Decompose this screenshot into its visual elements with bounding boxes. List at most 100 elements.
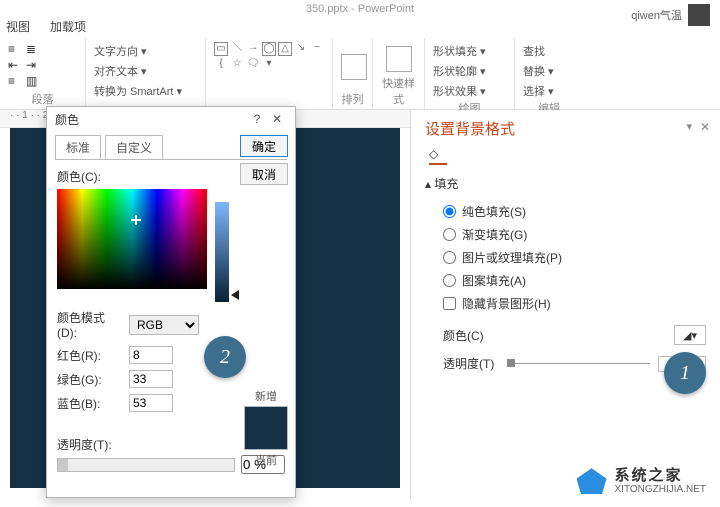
picker-crosshair-icon[interactable] xyxy=(131,215,141,225)
shape-callout-icon[interactable]: 🗨 xyxy=(246,58,260,72)
shape-star-icon[interactable]: ☆ xyxy=(230,58,244,72)
align-icon[interactable]: ≡ xyxy=(8,74,22,88)
indent-right-icon[interactable]: ⇥ xyxy=(26,58,40,72)
ribbon-arrange: 排列 xyxy=(333,38,373,109)
dialog-trans-slider[interactable] xyxy=(57,458,235,472)
tab-custom[interactable]: 自定义 xyxy=(105,135,163,159)
value-arrow-icon[interactable] xyxy=(231,290,239,300)
fill-tab-icon[interactable]: ◇ xyxy=(429,147,447,165)
color-dialog: 颜色 ? ✕ 标准 自定义 确定 取消 颜色(C): 颜色模式(D): RGB … xyxy=(46,106,296,498)
dialog-title: 颜色 xyxy=(55,111,79,128)
shape-curve-icon[interactable]: ~ xyxy=(310,42,324,56)
blue-input[interactable] xyxy=(129,394,173,412)
panel-close-icon[interactable]: ✕ xyxy=(700,120,710,134)
dialog-close-icon[interactable]: ✕ xyxy=(267,112,287,126)
arrange-icon[interactable] xyxy=(341,54,367,80)
shape-tri-icon[interactable]: △ xyxy=(278,42,292,56)
tab-addins[interactable]: 加载项 xyxy=(50,18,86,38)
arrange-label[interactable]: 排列 xyxy=(341,91,364,107)
fill-group-header[interactable]: ▴ 填充 xyxy=(425,175,706,192)
ok-button[interactable]: 确定 xyxy=(240,135,288,157)
smartart-button[interactable]: 转换为 SmartArt ▾ xyxy=(94,82,197,100)
columns-icon[interactable]: ▥ xyxy=(26,74,40,88)
new-color-swatch xyxy=(244,406,288,450)
ribbon-group-paragraph: 文字方向 ▾ 对齐文本 ▾ 转换为 SmartArt ▾ xyxy=(86,38,206,109)
shape-effects-button[interactable]: 形状效果 ▾ xyxy=(433,82,506,100)
blue-label: 蓝色(B): xyxy=(57,395,123,412)
tab-standard[interactable]: 标准 xyxy=(55,135,101,159)
color-mode-select[interactable]: RGB xyxy=(129,315,199,335)
red-label: 红色(R): xyxy=(57,347,123,364)
shape-rect-icon[interactable]: ▭ xyxy=(214,42,228,56)
radio-pattern[interactable] xyxy=(443,274,456,287)
tab-view[interactable]: 视图 xyxy=(6,18,30,38)
shape-line-icon[interactable]: ＼ xyxy=(230,42,244,56)
align-text-button[interactable]: 对齐文本 ▾ xyxy=(94,62,197,80)
panel-trans-label: 透明度(T) xyxy=(443,355,499,372)
shape-outline-button[interactable]: 形状轮廓 ▾ xyxy=(433,62,506,80)
find-button[interactable]: 查找 xyxy=(523,42,575,60)
ribbon-group-left: ≡ ≣ ⇤ ⇥ ≡ ▥ 段落 xyxy=(0,38,86,109)
annotation-1: 1 xyxy=(664,352,706,394)
replace-button[interactable]: 替换 ▾ xyxy=(523,62,575,80)
green-input[interactable] xyxy=(129,370,173,388)
shape-fill-button[interactable]: 形状填充 ▾ xyxy=(433,42,506,60)
annotation-2: 2 xyxy=(204,336,246,378)
green-label: 绿色(G): xyxy=(57,371,123,388)
value-strip[interactable] xyxy=(215,202,229,302)
title-bar: 350.pptx - PowerPoint qiwen气温 xyxy=(0,0,720,18)
panel-expand-icon[interactable]: ▾ xyxy=(686,120,692,133)
radio-gradient[interactable] xyxy=(443,228,456,241)
user-name: qiwen气温 xyxy=(631,7,682,23)
document-title: 350.pptx - PowerPoint xyxy=(306,3,414,15)
radio-picture[interactable] xyxy=(443,251,456,264)
menu-bar: 视图 加载项 xyxy=(0,18,720,38)
new-current-swatch: 新增 当前 xyxy=(236,388,296,468)
check-hidebg[interactable] xyxy=(443,297,456,310)
new-label: 新增 xyxy=(236,388,296,404)
current-label: 当前 xyxy=(236,452,296,468)
opt-picture-fill[interactable]: 图片或纹理填充(P) xyxy=(425,246,706,269)
watermark-url: XITONGZHIJIA.NET xyxy=(615,484,707,495)
red-input[interactable] xyxy=(129,346,173,364)
shape-connector-icon[interactable]: ↘ xyxy=(294,42,308,56)
bullets-icon[interactable]: ≡ xyxy=(8,42,22,56)
opt-gradient-fill[interactable]: 渐变填充(G) xyxy=(425,223,706,246)
dialog-color-label: 颜色(C): xyxy=(57,168,285,185)
indent-left-icon[interactable]: ⇤ xyxy=(8,58,22,72)
user-area: qiwen气温 xyxy=(631,4,710,26)
watermark-logo-icon xyxy=(577,468,607,494)
select-button[interactable]: 选择 ▾ xyxy=(523,82,575,100)
dialog-help-icon[interactable]: ? xyxy=(247,112,267,126)
shape-oval-icon[interactable]: ◯ xyxy=(262,42,276,56)
panel-title: 设置背景格式 xyxy=(425,118,706,139)
color-gradient-picker[interactable] xyxy=(57,189,207,289)
color-mode-label: 颜色模式(D): xyxy=(57,309,123,340)
numbering-icon[interactable]: ≣ xyxy=(26,42,40,56)
panel-color-label: 颜色(C) xyxy=(443,327,499,344)
dialog-titlebar[interactable]: 颜色 ? ✕ xyxy=(47,107,295,131)
format-background-panel: 设置背景格式 ▾ ✕ ◇ ▴ 填充 纯色填充(S) 渐变填充(G) 图片或纹理填… xyxy=(410,110,720,500)
ribbon-group-shapes: ▭ ＼ → ◯ △ ↘ ~ { ☆ 🗨 ▾ xyxy=(206,38,333,109)
shape-arrow-icon[interactable]: → xyxy=(246,42,260,56)
opt-solid-fill[interactable]: 纯色填充(S) xyxy=(425,200,706,223)
quickstyle-label[interactable]: 快速样式 xyxy=(381,75,416,107)
ribbon-group-editing: 查找 替换 ▾ 选择 ▾ 编辑 xyxy=(515,38,583,109)
watermark: 系统之家 XITONGZHIJIA.NET xyxy=(577,468,707,496)
radio-solid[interactable] xyxy=(443,205,456,218)
text-direction-button[interactable]: 文字方向 ▾ xyxy=(94,42,197,60)
shape-gallery[interactable]: ▭ ＼ → ◯ △ ↘ ~ { ☆ 🗨 ▾ xyxy=(214,42,324,72)
panel-trans-slider[interactable] xyxy=(507,363,650,364)
opt-hide-bg[interactable]: 隐藏背景图形(H) xyxy=(425,292,706,315)
shape-brace-icon[interactable]: { xyxy=(214,58,228,72)
shape-more-icon[interactable]: ▾ xyxy=(262,58,276,72)
opt-pattern-fill[interactable]: 图案填充(A) xyxy=(425,269,706,292)
quickstyle-icon[interactable] xyxy=(386,46,412,72)
avatar[interactable] xyxy=(688,4,710,26)
ribbon-quickstyle: 快速样式 xyxy=(373,38,425,109)
ribbon-group-shape-format: 形状填充 ▾ 形状轮廓 ▾ 形状效果 ▾ 绘图 xyxy=(425,38,515,109)
group-label-paragraph: 段落 xyxy=(8,91,77,107)
panel-color-button[interactable]: ◢▾ xyxy=(674,325,706,345)
dialog-trans-label: 透明度(T): xyxy=(57,436,123,453)
ribbon: ≡ ≣ ⇤ ⇥ ≡ ▥ 段落 文字方向 ▾ 对齐文本 ▾ 转换为 SmartArt ▾… xyxy=(0,38,720,110)
